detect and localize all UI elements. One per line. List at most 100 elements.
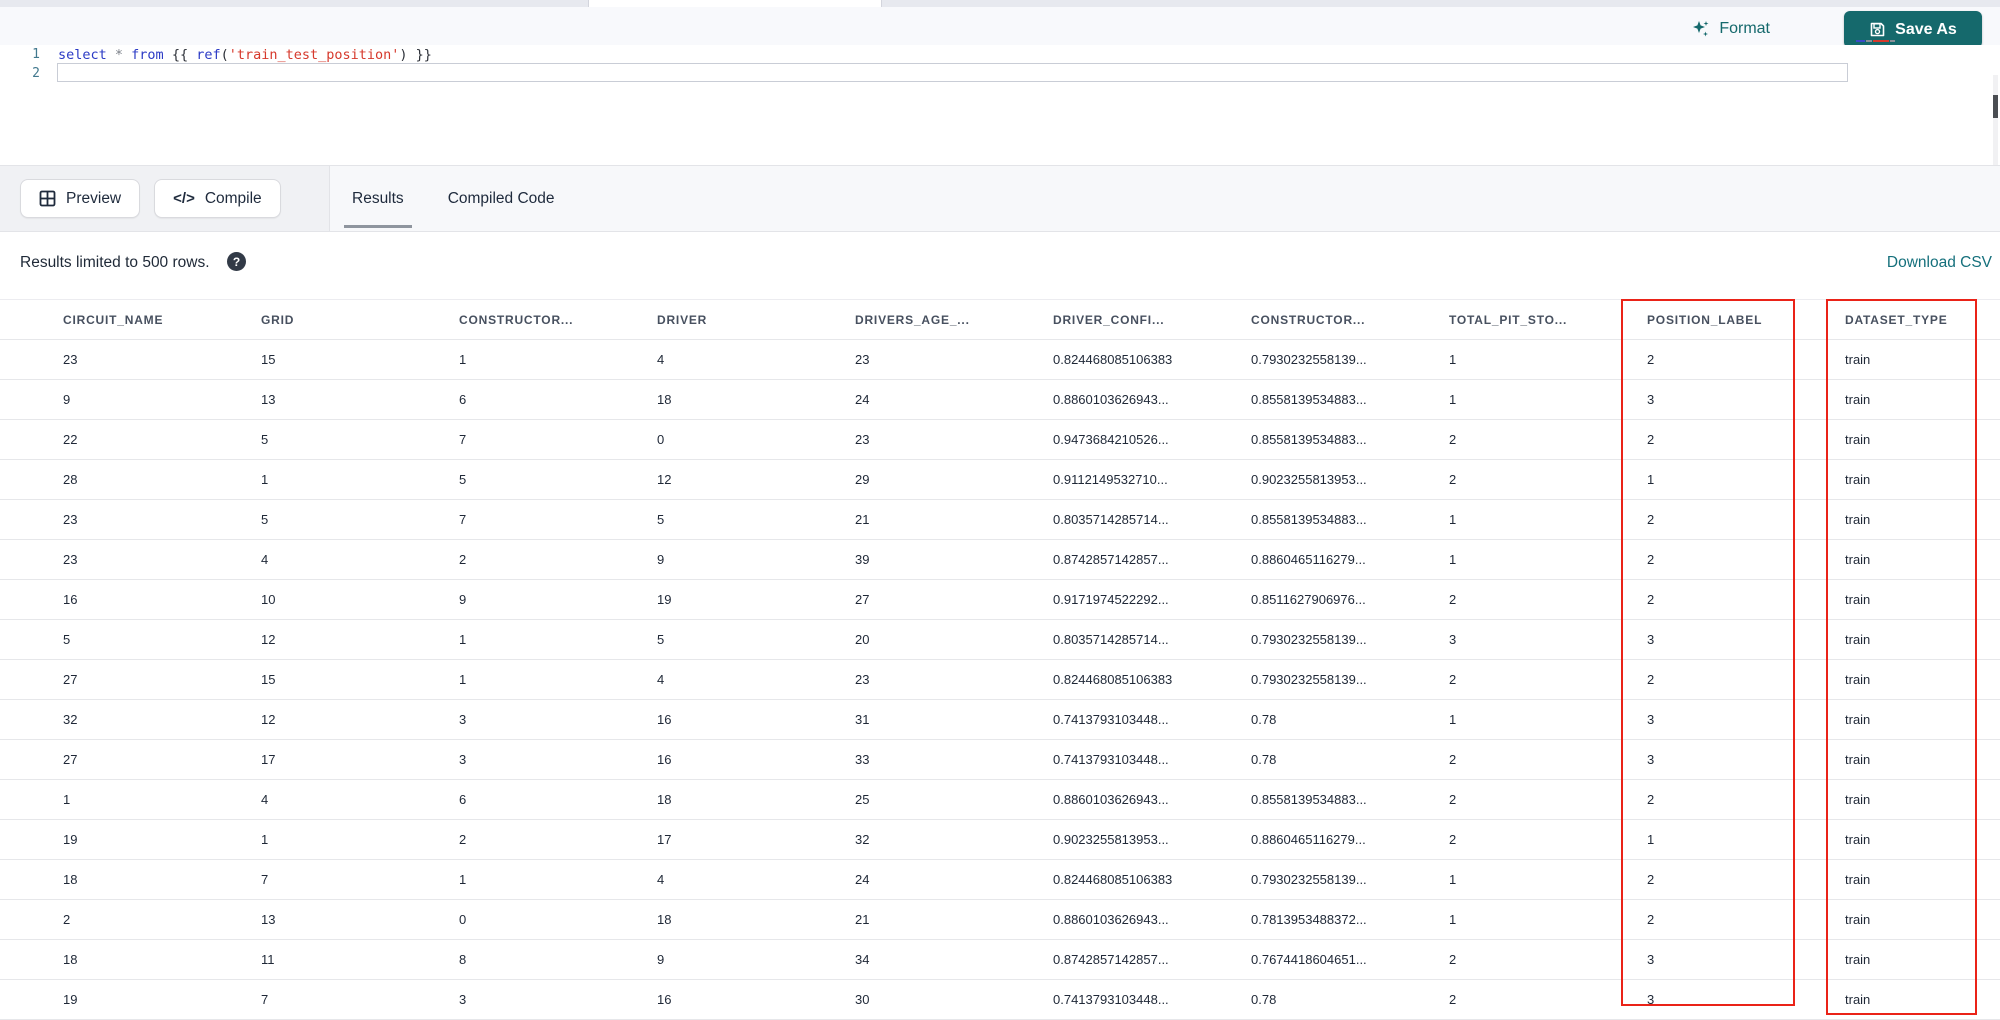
table-cell: 23: [855, 672, 870, 687]
table-cell: 0.7930232558139...: [1251, 352, 1367, 367]
table-cell: train: [1845, 512, 1871, 527]
download-csv-link[interactable]: Download CSV: [1887, 254, 1992, 272]
table-cell: 5: [657, 512, 665, 527]
sql-operator: *: [106, 46, 132, 63]
table-cell: train: [1845, 352, 1871, 367]
sql-code-editor[interactable]: 1 select * from {{ ref('train_test_posit…: [0, 40, 2000, 165]
table-cell: 2: [1647, 592, 1655, 607]
table-cell: 0.9171974522292...: [1053, 592, 1169, 607]
table-cell: 0.7813953488372...: [1251, 912, 1367, 927]
table-cell: 0.7413793103448...: [1053, 752, 1169, 767]
table-cell: 23: [63, 352, 78, 367]
table-cell: 2: [1449, 992, 1457, 1007]
table-cell: 2: [459, 552, 467, 567]
editor-scrollbar-thumb[interactable]: [1993, 95, 1998, 118]
table-cell: 10: [261, 592, 276, 607]
table-cell: 0.8511627906976...: [1251, 592, 1366, 607]
table-cell: 2: [1449, 832, 1457, 847]
table-cell: 18: [63, 872, 78, 887]
table-cell: 16: [657, 752, 672, 767]
table-cell: 0.8860465116279...: [1251, 832, 1366, 847]
table-cell: 17: [657, 832, 672, 847]
table-cell: 2: [1647, 792, 1655, 807]
table-cell: 1: [261, 832, 269, 847]
table-cell: 3: [1647, 992, 1655, 1007]
table-cell: 4: [657, 352, 665, 367]
preview-button[interactable]: Preview: [20, 179, 141, 218]
editor-minimap[interactable]: [1856, 39, 1906, 44]
table-cell: 12: [261, 712, 276, 727]
sql-string: 'train_test_position': [228, 46, 400, 63]
table-cell: 0.7930232558139...: [1251, 872, 1367, 887]
table-row: 28 1 5 12 29 0.9112149532710... 0.902325581395…: [0, 460, 2000, 500]
table-cell: 0.8558139534883...: [1251, 432, 1367, 447]
table-row: 1 4 6 18 25 0.8860103626943... 0.8558139534883…: [0, 780, 2000, 820]
table-cell: 2: [1647, 352, 1655, 367]
table-header-row: CIRCUIT_NAME GRID CONSTRUCTOR... DRIVER DRIV…: [0, 299, 2000, 340]
table-cell: 0.9473684210526...: [1053, 432, 1169, 447]
table-cell: 27: [63, 672, 78, 687]
table-cell: train: [1845, 712, 1871, 727]
table-cell: 7: [261, 872, 269, 887]
line-number-2: 2: [32, 66, 40, 81]
table-cell: 23: [855, 352, 870, 367]
table-cell: 28: [63, 472, 78, 487]
table-cell: 0.7413793103448...: [1053, 992, 1169, 1007]
table-column-header: CONSTRUCTOR...: [459, 312, 574, 327]
table-cell: 24: [855, 872, 870, 887]
table-cell: 0.8742857142857...: [1053, 952, 1169, 967]
table-body: 23 15 1 4 23 0.824468085106383 0.7930232558139…: [0, 340, 2000, 1020]
format-button[interactable]: Format: [1691, 19, 1770, 39]
table-cell: 2: [1449, 432, 1457, 447]
tab-compiled-code[interactable]: Compiled Code: [426, 166, 577, 231]
table-cell: 9: [459, 592, 467, 607]
table-column-header: DRIVER_CONFI...: [1053, 312, 1165, 327]
editor-header-bar: Format Save As: [0, 7, 2000, 48]
table-cell: 15: [261, 672, 276, 687]
table-cell: 18: [657, 392, 672, 407]
table-cell: 9: [657, 552, 665, 567]
code-line-2[interactable]: 2: [0, 64, 40, 83]
table-cell: 1: [1449, 552, 1457, 567]
table-cell: 7: [261, 992, 269, 1007]
table-cell: 0: [657, 432, 665, 447]
active-line-highlight[interactable]: [57, 63, 1848, 82]
table-cell: 1: [1449, 512, 1457, 527]
tab-results[interactable]: Results: [330, 166, 426, 231]
results-toolbar: Preview </> Compile Results Compiled Cod…: [0, 165, 2000, 232]
table-cell: 27: [855, 592, 870, 607]
table-cell: 1: [459, 872, 467, 887]
table-cell: 20: [855, 632, 870, 647]
table-cell: 2: [1449, 792, 1457, 807]
table-cell: train: [1845, 872, 1871, 887]
table-cell: 22: [63, 432, 78, 447]
table-cell: 18: [657, 792, 672, 807]
editor-scrollbar[interactable]: [1993, 75, 1998, 165]
table-cell: 21: [855, 512, 870, 527]
table-cell: 6: [459, 392, 467, 407]
table-cell: 1: [1449, 872, 1457, 887]
table-cell: train: [1845, 672, 1871, 687]
table-row: 16 10 9 19 27 0.9171974522292... 0.85116279069…: [0, 580, 2000, 620]
table-cell: 0.8860103626943...: [1053, 912, 1169, 927]
table-cell: 0.78: [1251, 712, 1277, 727]
table-row: 23 15 1 4 23 0.824468085106383 0.7930232558139…: [0, 340, 2000, 380]
compile-button[interactable]: </> Compile: [154, 179, 281, 218]
sparkles-icon: [1691, 19, 1711, 39]
help-icon[interactable]: ?: [227, 252, 246, 271]
row-limit-text: Results limited to 500 rows.: [20, 254, 210, 271]
table-cell: train: [1845, 952, 1871, 967]
table-cell: 24: [855, 392, 870, 407]
table-cell: 2: [1647, 432, 1655, 447]
browser-tabstrip: [0, 0, 2000, 7]
table-cell: 2: [1449, 752, 1457, 767]
code-line-1[interactable]: 1 select * from {{ ref('train_test_posit…: [0, 45, 432, 64]
table-cell: 4: [261, 552, 269, 567]
table-cell: 0.8035714285714...: [1053, 632, 1169, 647]
table-cell: 2: [459, 832, 467, 847]
table-cell: 32: [855, 832, 870, 847]
table-cell: 23: [63, 552, 78, 567]
active-tab-segment: [588, 0, 882, 7]
table-grid-icon: [39, 190, 56, 207]
save-as-label: Save As: [1895, 20, 1957, 38]
